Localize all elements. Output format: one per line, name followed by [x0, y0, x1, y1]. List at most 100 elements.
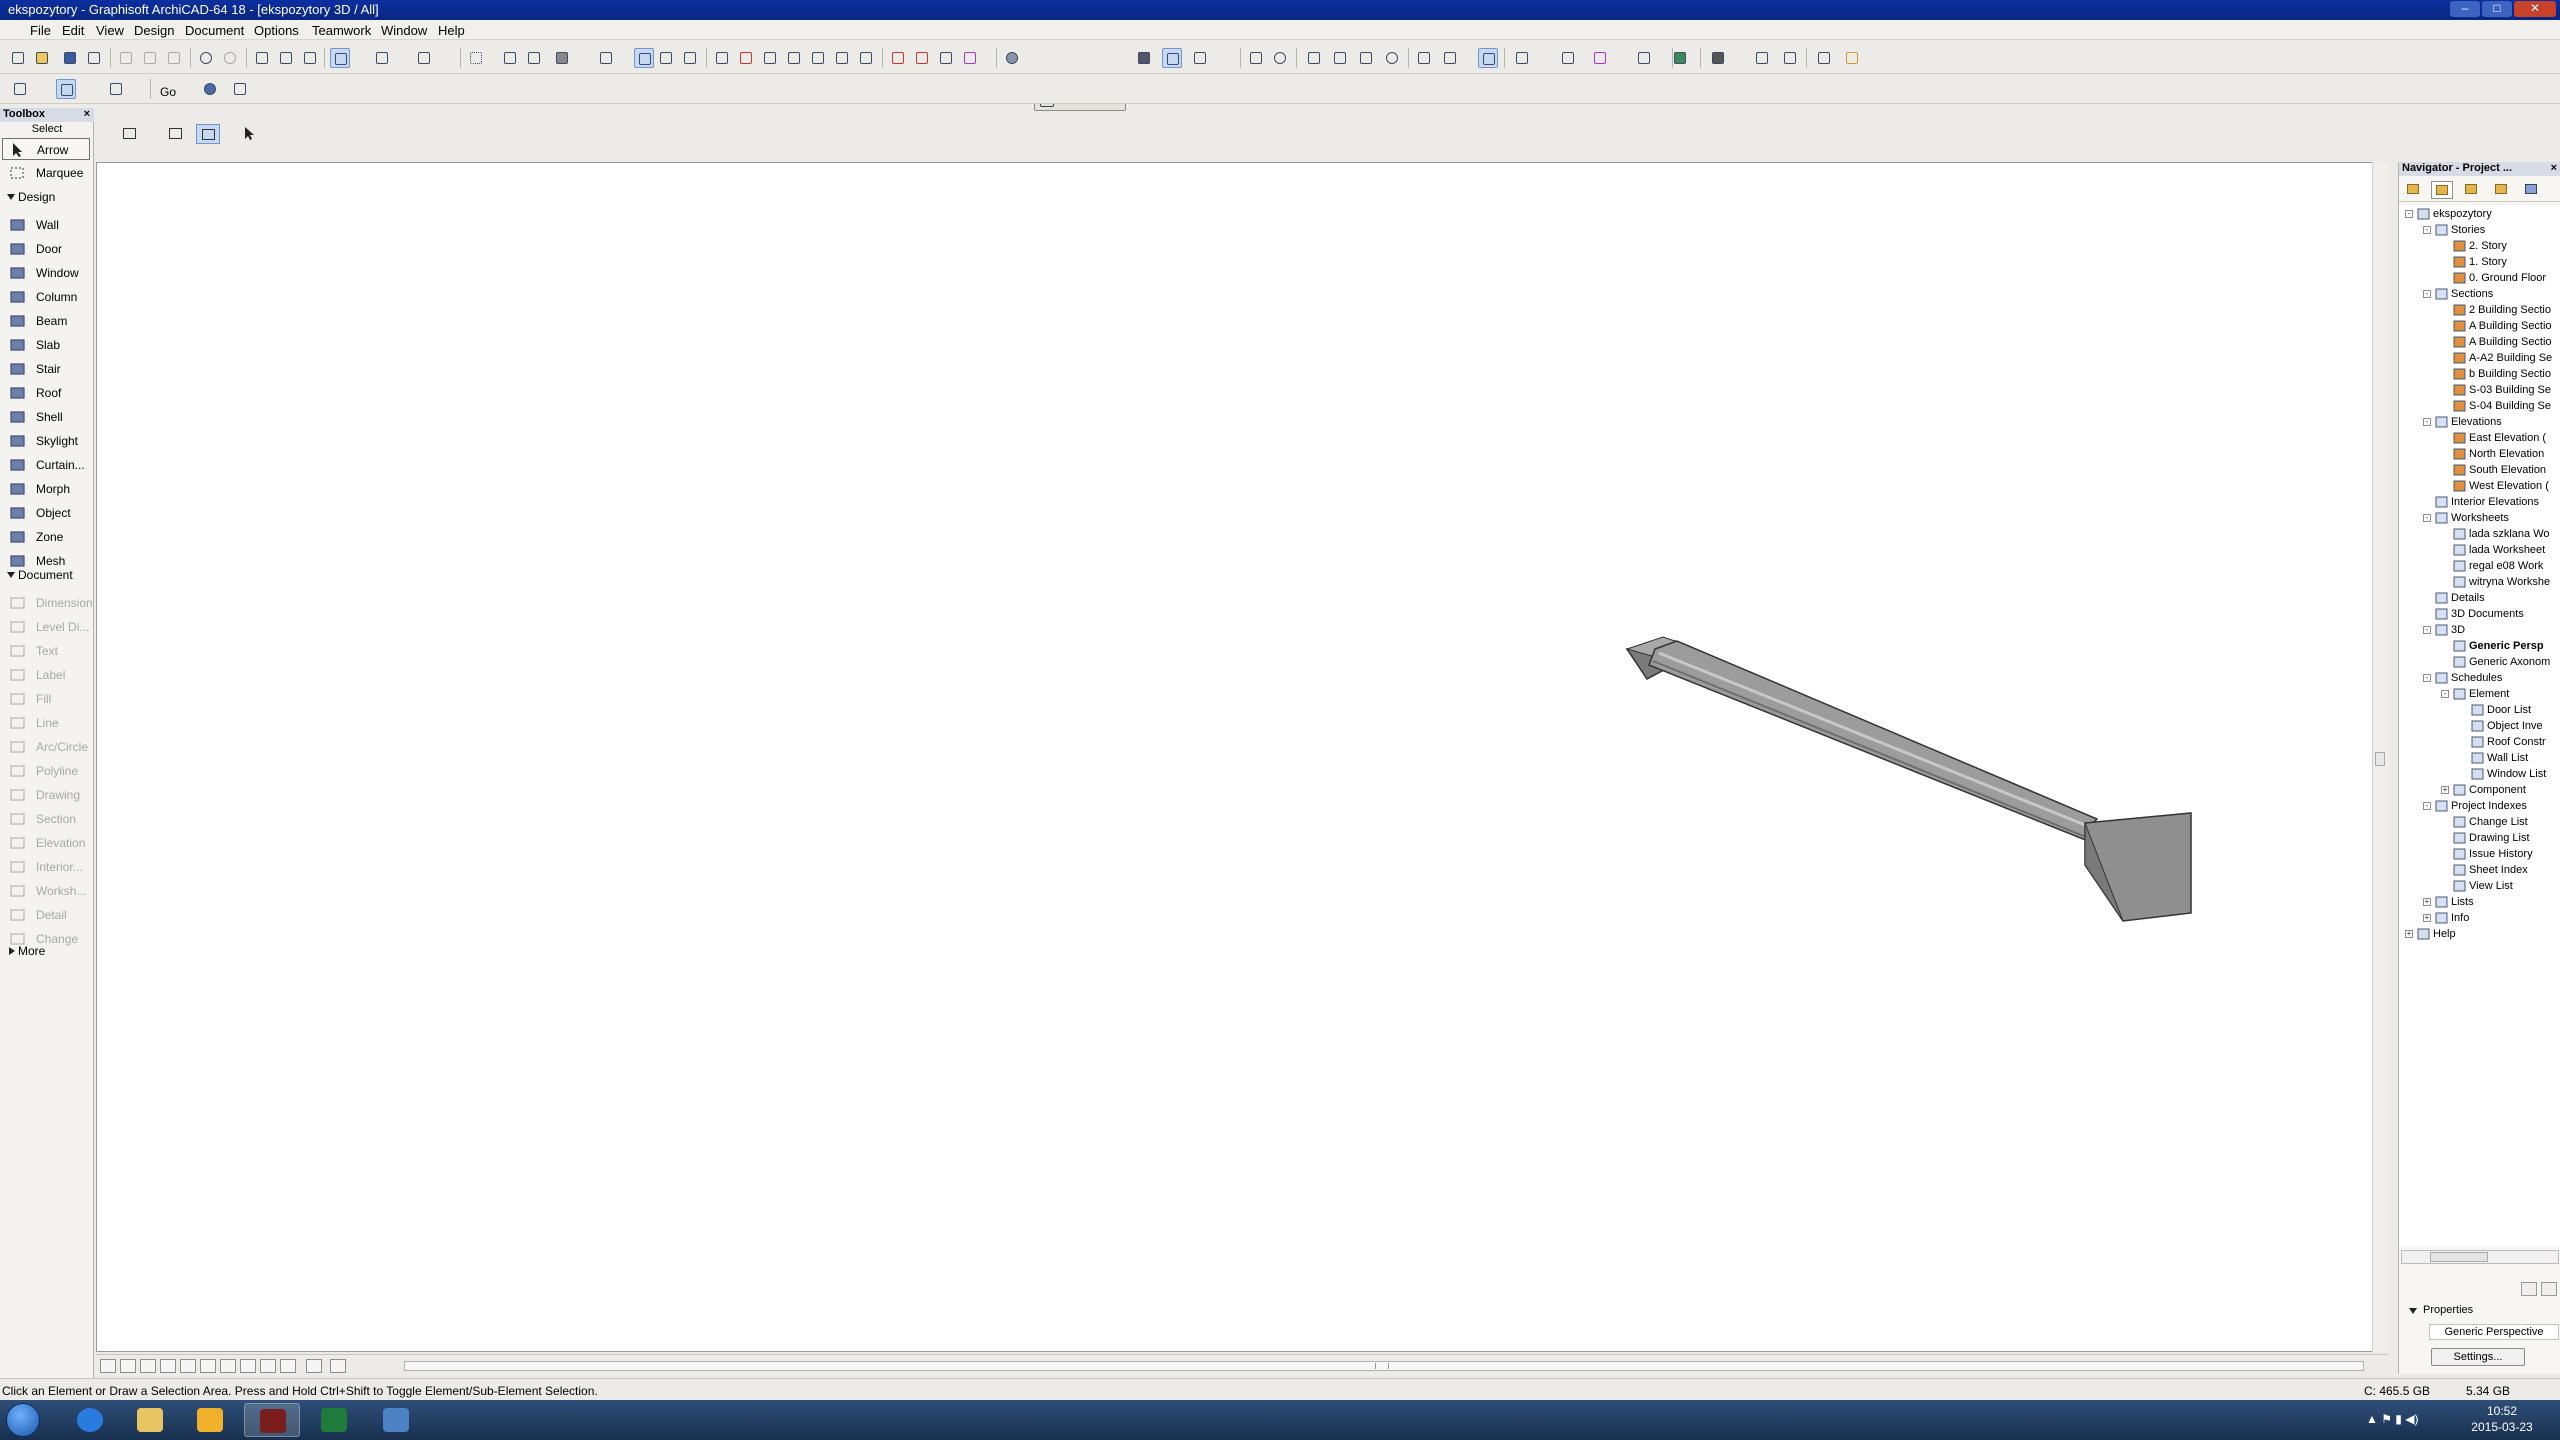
- rotated-rectangle-icon[interactable]: [196, 124, 220, 144]
- tree-toggle-icon[interactable]: +: [2405, 930, 2413, 938]
- tool-window[interactable]: Window: [2, 262, 90, 284]
- horizontal-scroll-thumb[interactable]: [1375, 1363, 1389, 1369]
- toolbox-close-icon[interactable]: ×: [84, 108, 90, 121]
- paste-icon[interactable]: [164, 48, 184, 68]
- 3d-view-mode-icon[interactable]: [1134, 48, 1154, 68]
- marker-icon[interactable]: [1558, 48, 1578, 68]
- minimize-button[interactable]: –: [2450, 1, 2480, 17]
- ie-icon[interactable]: [62, 1403, 118, 1437]
- guide-lines-icon[interactable]: [372, 48, 392, 68]
- tool-detail[interactable]: Detail: [2, 904, 90, 926]
- filter-3d-icon[interactable]: [1414, 48, 1434, 68]
- tree-item[interactable]: 2. Story: [2399, 238, 2560, 254]
- tree-item[interactable]: Door List: [2399, 702, 2560, 718]
- menu-teamwork[interactable]: Teamwork: [312, 23, 371, 38]
- tool-curtain[interactable]: Curtain...: [2, 454, 90, 476]
- tree-toggle-icon[interactable]: -: [2423, 674, 2431, 682]
- publish-icon[interactable]: [1634, 48, 1654, 68]
- settings-button[interactable]: Settings...: [2431, 1348, 2525, 1366]
- tool-fill[interactable]: Fill: [2, 688, 90, 710]
- tree-item[interactable]: regal e08 Work: [2399, 558, 2560, 574]
- tree-item[interactable]: - Sections: [2399, 286, 2560, 302]
- tool-label[interactable]: Label: [2, 664, 90, 686]
- offset-icon[interactable]: [832, 48, 852, 68]
- view-map-icon[interactable]: [10, 79, 30, 99]
- tree-item[interactable]: Generic Axonom: [2399, 654, 2560, 670]
- tool-beam[interactable]: Beam: [2, 310, 90, 332]
- fly-icon[interactable]: [1356, 48, 1376, 68]
- tree-item[interactable]: Object Inve: [2399, 718, 2560, 734]
- snap-guides-icon[interactable]: [330, 48, 350, 68]
- new-file-icon[interactable]: [8, 48, 28, 68]
- trim-icon[interactable]: [712, 48, 732, 68]
- 3d-viewport[interactable]: [96, 162, 2376, 1352]
- view-settings-icon[interactable]: [330, 1359, 346, 1373]
- save-icon[interactable]: [60, 48, 80, 68]
- tree-item[interactable]: Issue History: [2399, 846, 2560, 862]
- tool-level-di[interactable]: Level Di...: [2, 616, 90, 638]
- excel-icon[interactable]: [306, 1403, 362, 1437]
- tree-item[interactable]: - ekspozytory: [2399, 206, 2560, 222]
- floor-plan-icon[interactable]: [56, 79, 76, 99]
- tool-door[interactable]: Door: [2, 238, 90, 260]
- camera-icon[interactable]: [1708, 48, 1728, 68]
- tool-wall[interactable]: Wall: [2, 214, 90, 236]
- model-view-icon[interactable]: [552, 48, 572, 68]
- tree-item[interactable]: Sheet Index: [2399, 862, 2560, 878]
- tree-item[interactable]: + Help: [2399, 926, 2560, 942]
- undo-icon[interactable]: [196, 48, 216, 68]
- delete-view-icon[interactable]: [2541, 1282, 2557, 1296]
- tree-item[interactable]: lada Worksheet: [2399, 542, 2560, 558]
- tree-item[interactable]: b Building Sectio: [2399, 366, 2560, 382]
- fillet-icon[interactable]: [808, 48, 828, 68]
- menu-file[interactable]: File: [30, 23, 51, 38]
- go-menu[interactable]: Go: [160, 85, 176, 99]
- tree-item[interactable]: Wall List: [2399, 750, 2560, 766]
- project-map-tab[interactable]: [2431, 181, 2453, 199]
- tree-item[interactable]: S-04 Building Se: [2399, 398, 2560, 414]
- inject-icon[interactable]: [300, 48, 320, 68]
- group-icon[interactable]: [888, 48, 908, 68]
- roof-tools-icon[interactable]: [856, 48, 876, 68]
- teamwork-icon[interactable]: [1002, 48, 1022, 68]
- arrow-options-icon[interactable]: [238, 124, 262, 144]
- tool-mesh[interactable]: Mesh: [2, 550, 90, 572]
- tool-interior[interactable]: Interior...: [2, 856, 90, 878]
- zoom-next-icon[interactable]: [180, 1359, 196, 1373]
- tree-item[interactable]: - Elevations: [2399, 414, 2560, 430]
- adjust-icon[interactable]: [760, 48, 780, 68]
- tree-item[interactable]: East Elevation (: [2399, 430, 2560, 446]
- zoom-in-icon[interactable]: [100, 1359, 116, 1373]
- tree-item[interactable]: South Elevation: [2399, 462, 2560, 478]
- tool-column[interactable]: Column: [2, 286, 90, 308]
- tree-item[interactable]: + Lists: [2399, 894, 2560, 910]
- tool-arrow[interactable]: Arrow: [2, 138, 90, 160]
- tool-worksh[interactable]: Worksh...: [2, 880, 90, 902]
- tree-item[interactable]: Generic Persp: [2399, 638, 2560, 654]
- navigator-scroll-thumb[interactable]: [2430, 1252, 2488, 1262]
- tree-item[interactable]: - Stories: [2399, 222, 2560, 238]
- globe-icon[interactable]: [200, 79, 220, 99]
- layout-icon[interactable]: [106, 79, 126, 99]
- menu-view[interactable]: View: [96, 23, 124, 38]
- tree-toggle-icon[interactable]: -: [2441, 690, 2449, 698]
- tree-item[interactable]: A Building Sectio: [2399, 334, 2560, 350]
- tree-item[interactable]: lada szklana Wo: [2399, 526, 2560, 542]
- tree-item[interactable]: Details: [2399, 590, 2560, 606]
- print-icon[interactable]: [84, 48, 104, 68]
- tree-toggle-icon[interactable]: -: [2423, 226, 2431, 234]
- solid-operations-icon[interactable]: [960, 48, 980, 68]
- orbit-view-icon[interactable]: [240, 1359, 256, 1373]
- tree-item[interactable]: Window List: [2399, 766, 2560, 782]
- tree-toggle-icon[interactable]: -: [2423, 418, 2431, 426]
- close-button[interactable]: ✕: [2514, 1, 2556, 17]
- design-group-header[interactable]: Design: [4, 190, 55, 204]
- tree-item[interactable]: S-03 Building Se: [2399, 382, 2560, 398]
- tool-arc-circle[interactable]: Arc/Circle: [2, 736, 90, 758]
- 3d-cutting-planes-icon[interactable]: [1162, 48, 1182, 68]
- zoom-previous-icon[interactable]: [160, 1359, 176, 1373]
- system-tray[interactable]: ▲ ⚑ ▮ ◀): [2366, 1412, 2418, 1426]
- pan-icon[interactable]: [220, 1359, 236, 1373]
- maximize-button[interactable]: □: [2482, 1, 2512, 17]
- tool-morph[interactable]: Morph: [2, 478, 90, 500]
